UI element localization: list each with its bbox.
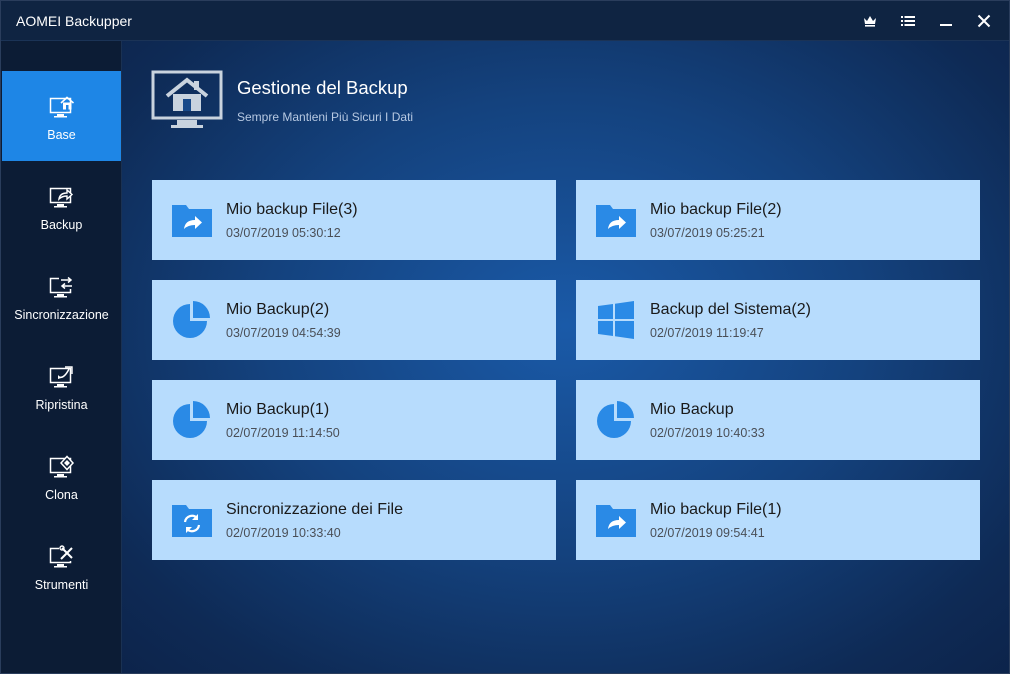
restore-monitor-icon bbox=[49, 366, 73, 388]
backup-card[interactable]: Mio backup File(2) 03/07/2019 05:25:21 bbox=[576, 180, 980, 260]
backup-card[interactable]: Mio backup File(1) 02/07/2019 09:54:41 bbox=[576, 480, 980, 560]
backup-monitor-icon bbox=[49, 187, 73, 208]
title-bar: AOMEI Backupper bbox=[1, 1, 1009, 41]
sidebar-item-label: Clona bbox=[45, 488, 78, 502]
folder-share-icon bbox=[596, 205, 636, 237]
home-monitor-icon bbox=[49, 96, 74, 118]
close-button[interactable] bbox=[965, 7, 1003, 35]
backup-card[interactable]: Backup del Sistema(2) 02/07/2019 11:19:4… bbox=[576, 280, 980, 360]
card-title: Mio Backup bbox=[650, 401, 734, 418]
backup-card[interactable]: Sincronizzazione dei File 02/07/2019 10:… bbox=[152, 480, 556, 560]
tools-monitor-icon bbox=[49, 545, 74, 568]
card-title: Sincronizzazione dei File bbox=[226, 501, 403, 518]
clone-monitor-icon bbox=[49, 455, 74, 478]
backup-card[interactable]: Mio Backup 02/07/2019 10:40:33 bbox=[576, 380, 980, 460]
folder-share-icon bbox=[596, 505, 636, 537]
sidebar-item-sincronizzazione[interactable]: Sincronizzazione bbox=[2, 251, 121, 341]
sidebar-item-label: Strumenti bbox=[34, 578, 89, 592]
partition-pie-icon bbox=[173, 301, 210, 338]
sidebar-item-ripristina[interactable]: Ripristina bbox=[2, 341, 121, 431]
menu-button[interactable] bbox=[889, 7, 927, 35]
card-title: Mio backup File(2) bbox=[650, 201, 782, 218]
upgrade-crown-icon bbox=[864, 16, 876, 27]
card-date: 03/07/2019 05:30:12 bbox=[226, 226, 341, 240]
folder-sync-icon bbox=[172, 505, 212, 537]
sidebar-item-label: Ripristina bbox=[35, 398, 88, 412]
sync-monitor-icon bbox=[49, 276, 74, 298]
sidebar-item-backup[interactable]: Backup bbox=[2, 161, 121, 251]
close-icon bbox=[977, 14, 991, 28]
backup-card[interactable]: Mio Backup(1) 02/07/2019 11:14:50 bbox=[152, 380, 556, 460]
folder-share-icon bbox=[172, 205, 212, 237]
card-date: 03/07/2019 04:54:39 bbox=[226, 326, 341, 340]
card-date: 02/07/2019 11:14:50 bbox=[226, 426, 340, 440]
card-date: 02/07/2019 11:19:47 bbox=[650, 326, 764, 340]
home-monitor-icon bbox=[151, 70, 223, 128]
app-title: AOMEI Backupper bbox=[16, 13, 132, 29]
sidebar-item-label: Base bbox=[47, 128, 76, 142]
sidebar-item-label: Backup bbox=[40, 218, 83, 232]
backup-card[interactable]: Mio Backup(2) 03/07/2019 04:54:39 bbox=[152, 280, 556, 360]
card-title: Mio backup File(3) bbox=[226, 201, 358, 218]
card-title: Mio Backup(1) bbox=[226, 401, 330, 418]
app-window: AOMEI Backupper Base Backup Sincronizzaz… bbox=[0, 0, 1010, 674]
page-subtitle: Sempre Mantieni Più Sicuri I Dati bbox=[237, 110, 414, 124]
windows-icon bbox=[598, 301, 634, 339]
minimize-icon bbox=[940, 24, 952, 26]
card-date: 02/07/2019 10:40:33 bbox=[650, 426, 765, 440]
card-title: Mio backup File(1) bbox=[650, 501, 782, 518]
sidebar: Base Backup Sincronizzazione Ripristina … bbox=[1, 41, 122, 673]
sidebar-item-clona[interactable]: Clona bbox=[2, 431, 121, 521]
card-title: Backup del Sistema(2) bbox=[650, 301, 811, 318]
backup-card[interactable]: Mio backup File(3) 03/07/2019 05:30:12 bbox=[152, 180, 556, 260]
page-title: Gestione del Backup bbox=[237, 77, 408, 98]
upgrade-button[interactable] bbox=[851, 7, 889, 35]
partition-pie-icon bbox=[173, 401, 210, 438]
card-date: 03/07/2019 05:25:21 bbox=[650, 226, 765, 240]
minimize-button[interactable] bbox=[927, 7, 965, 35]
card-title: Mio Backup(2) bbox=[226, 301, 330, 318]
partition-pie-icon bbox=[597, 401, 634, 438]
card-date: 02/07/2019 10:33:40 bbox=[226, 526, 341, 540]
main-panel: Gestione del Backup Sempre Mantieni Più … bbox=[122, 41, 1009, 673]
sidebar-item-base[interactable]: Base bbox=[2, 71, 121, 161]
menu-list-icon bbox=[901, 16, 915, 26]
sidebar-item-strumenti[interactable]: Strumenti bbox=[2, 521, 121, 611]
window-controls bbox=[851, 7, 1003, 35]
sidebar-item-label: Sincronizzazione bbox=[14, 308, 109, 322]
card-date: 02/07/2019 09:54:41 bbox=[650, 526, 765, 540]
